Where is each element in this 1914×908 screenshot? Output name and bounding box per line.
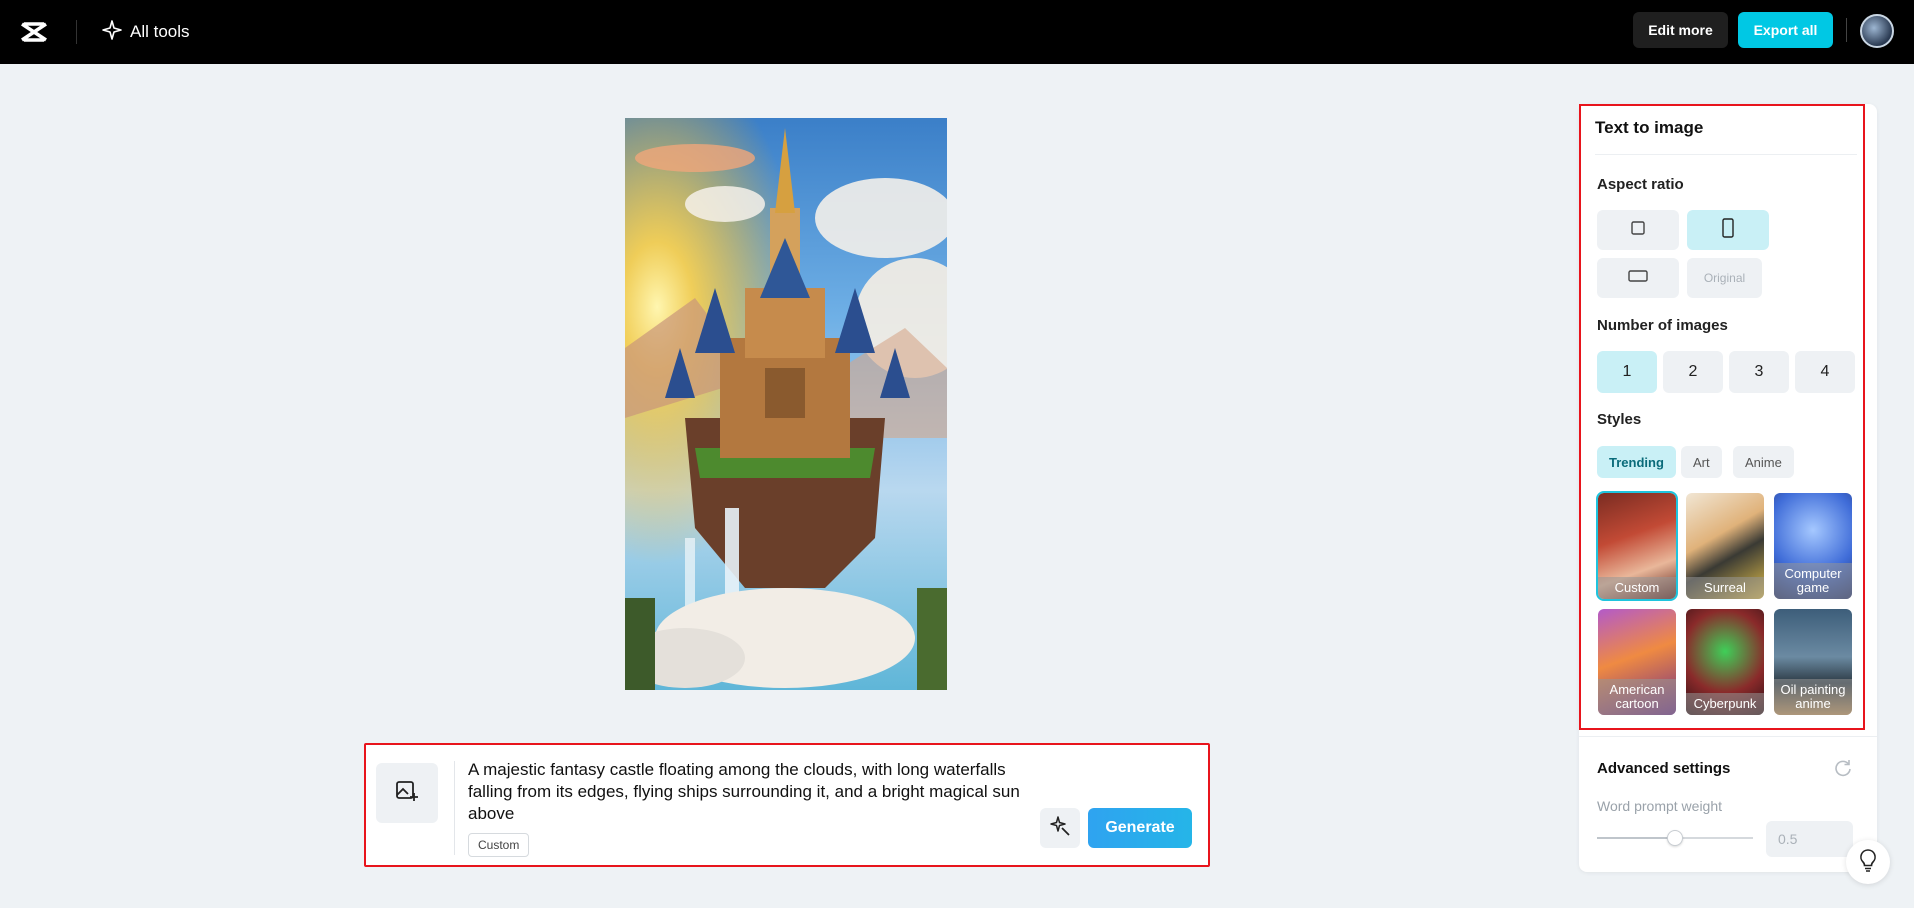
tab-anime[interactable]: Anime	[1733, 446, 1794, 478]
edit-more-button[interactable]: Edit more	[1633, 12, 1728, 48]
advanced-settings-label[interactable]: Advanced settings	[1597, 760, 1730, 777]
style-tile-label: American cartoon	[1598, 679, 1676, 715]
style-tile-label: Oil painting anime	[1774, 679, 1852, 715]
aspect-ratio-original-button[interactable]: Original	[1687, 258, 1762, 298]
sparkle-icon	[102, 19, 122, 45]
style-tile-computer-game[interactable]: Computer game	[1774, 493, 1852, 599]
style-tile-custom[interactable]: Custom	[1596, 491, 1678, 601]
divider	[454, 761, 455, 855]
help-button[interactable]	[1846, 840, 1890, 884]
style-tile-oil-painting-anime[interactable]: Oil painting anime	[1774, 609, 1852, 715]
number-option-1[interactable]: 1	[1597, 351, 1657, 393]
image-add-button[interactable]	[376, 763, 438, 823]
styles-label: Styles	[1597, 411, 1642, 428]
generate-button[interactable]: Generate	[1088, 808, 1192, 848]
portrait-ratio-icon	[1720, 217, 1736, 243]
avatar[interactable]	[1860, 14, 1894, 48]
style-tile-label: Cyberpunk	[1686, 693, 1764, 715]
divider	[1579, 736, 1877, 737]
tab-art[interactable]: Art	[1681, 446, 1722, 478]
style-tile-label: Surreal	[1686, 577, 1764, 599]
style-tile-cyberpunk[interactable]: Cyberpunk	[1686, 609, 1764, 715]
word-prompt-weight-input[interactable]: 0.5	[1766, 821, 1853, 857]
word-prompt-weight-slider[interactable]	[1597, 830, 1753, 846]
top-bar: All tools Edit more Export all	[0, 0, 1914, 64]
number-option-2[interactable]: 2	[1663, 351, 1723, 393]
slider-fill	[1597, 837, 1675, 839]
generated-image-castle[interactable]	[625, 118, 947, 690]
landscape-ratio-icon	[1628, 268, 1648, 289]
divider	[1595, 154, 1857, 155]
lightbulb-icon	[1857, 848, 1879, 877]
prompt-style-tag[interactable]: Custom	[468, 833, 530, 857]
style-tile-label: Computer game	[1774, 563, 1852, 599]
style-tile-american-cartoon[interactable]: American cartoon	[1598, 609, 1676, 715]
word-prompt-weight-label: Word prompt weight	[1597, 798, 1723, 814]
magic-wand-icon	[1049, 815, 1071, 842]
image-add-icon	[394, 778, 420, 809]
number-option-3[interactable]: 3	[1729, 351, 1789, 393]
style-tile-label: Custom	[1598, 577, 1676, 599]
tab-trending[interactable]: Trending	[1597, 446, 1676, 478]
slider-handle[interactable]	[1667, 830, 1683, 846]
prompt-panel: A majestic fantasy castle floating among…	[364, 743, 1210, 867]
enhance-prompt-button[interactable]	[1040, 808, 1080, 848]
prompt-input[interactable]: A majestic fantasy castle floating among…	[468, 759, 1028, 825]
panel-title: Text to image	[1595, 118, 1704, 137]
all-tools-button[interactable]: All tools	[102, 16, 190, 48]
square-ratio-icon	[1630, 220, 1646, 241]
capcut-logo-icon[interactable]	[18, 16, 50, 48]
aspect-ratio-label: Aspect ratio	[1597, 176, 1684, 193]
text-to-image-panel: Text to image Aspect ratio Original Numb…	[1579, 104, 1877, 872]
style-tile-surreal[interactable]: Surreal	[1686, 493, 1764, 599]
aspect-ratio-landscape-button[interactable]	[1597, 258, 1679, 298]
reset-icon[interactable]	[1833, 758, 1853, 778]
export-all-button[interactable]: Export all	[1738, 12, 1833, 48]
all-tools-label: All tools	[130, 22, 190, 41]
aspect-ratio-square-button[interactable]	[1597, 210, 1679, 250]
number-of-images-label: Number of images	[1597, 317, 1728, 334]
divider	[1846, 18, 1847, 42]
aspect-ratio-portrait-button[interactable]	[1687, 210, 1769, 250]
divider	[76, 20, 77, 44]
number-option-4[interactable]: 4	[1795, 351, 1855, 393]
